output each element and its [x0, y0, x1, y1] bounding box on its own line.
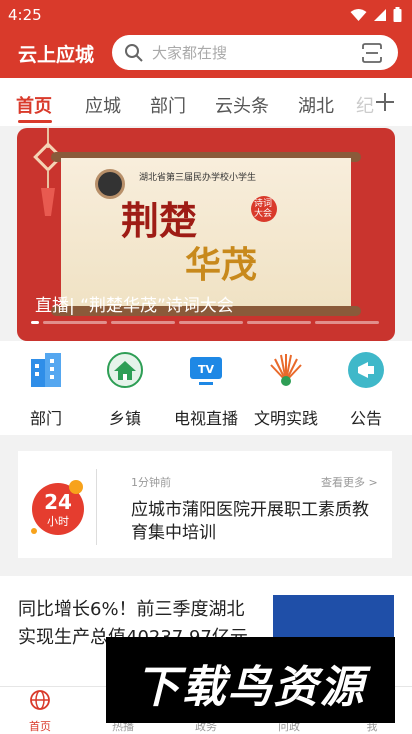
news-headline[interactable]: 应城市蒲阳医院开展职工素质教育集中培训: [131, 499, 376, 545]
nav-home[interactable]: 首页: [0, 687, 80, 734]
tab-home[interactable]: 首页: [16, 92, 52, 118]
quick-link-towns[interactable]: 乡镇: [90, 351, 160, 429]
svg-text:TV: TV: [198, 363, 215, 376]
carousel-dot: [247, 321, 311, 324]
search-icon: [125, 44, 143, 62]
quick-links: 部门 乡镇 TV 电视直播 文明实践 公告: [0, 341, 412, 435]
chinese-knot-icon: [33, 128, 63, 216]
scan-icon[interactable]: [362, 43, 382, 63]
wifi-icon: [350, 8, 367, 21]
sunburst-icon: [270, 354, 302, 386]
status-icons: [350, 7, 402, 22]
globe-icon: [30, 690, 50, 710]
carousel-dot: [111, 321, 175, 324]
news-24h-card[interactable]: 24 小时 1分钟前 查看更多 > 应城市蒲阳医院开展职工素质教育集中培训: [18, 451, 392, 558]
banner-title-line2: 华茂: [185, 244, 258, 286]
banner-caption: 直播| “荆楚华茂”诗词大会: [35, 296, 234, 316]
watermark-overlay: 下载鸟资源: [106, 637, 395, 723]
tab-departments[interactable]: 部门: [150, 92, 186, 118]
quick-link-label: 文明实践: [253, 409, 318, 428]
tab-yingcheng[interactable]: 应城: [85, 92, 121, 118]
tab-hubei[interactable]: 湖北: [298, 92, 334, 118]
divider: [96, 469, 97, 545]
app-header: 4:25 云上应城 大家都在搜: [0, 0, 412, 78]
banner-carousel[interactable]: 湖北省第三届民办学校小学生 荆楚 诗词大会 华茂 直播| “荆楚华茂”诗词大会: [17, 128, 395, 341]
channel-tabs: 首页 应城 部门 云头条 湖北 纪: [0, 78, 412, 126]
quick-link-civilization[interactable]: 文明实践: [251, 351, 321, 429]
signal-icon: [374, 8, 386, 21]
banner-seal: 诗词大会: [251, 196, 277, 222]
carousel-dot: [179, 321, 243, 324]
carousel-dot: [43, 321, 107, 324]
quick-link-departments[interactable]: 部门: [11, 351, 81, 429]
house-icon: [107, 352, 143, 388]
quick-link-label: 部门: [29, 409, 62, 428]
carousel-dot: [315, 321, 379, 324]
quick-link-notices[interactable]: 公告: [331, 351, 401, 429]
quick-link-label: 乡镇: [108, 409, 141, 428]
building-icon: [31, 353, 61, 387]
status-bar: 4:25: [0, 0, 412, 30]
banner-subtitle: 湖北省第三届民办学校小学生: [139, 173, 257, 183]
app-title: 云上应城: [18, 44, 95, 66]
search-input[interactable]: 大家都在搜: [152, 42, 227, 63]
badge-label: 小时: [47, 515, 69, 528]
battery-icon: [393, 7, 402, 22]
tab-headlines[interactable]: 云头条: [215, 92, 269, 118]
megaphone-icon: [348, 352, 384, 388]
watermark-text: 下载鸟资源: [135, 662, 366, 713]
quick-link-label: 公告: [349, 409, 382, 428]
tv-icon: TV: [190, 357, 222, 385]
see-more-link[interactable]: 查看更多 >: [321, 474, 378, 490]
carousel-dot-active: [31, 321, 39, 324]
badge-number: 24: [44, 490, 72, 514]
news-timestamp: 1分钟前: [131, 476, 171, 489]
tab-active-indicator: [18, 120, 52, 123]
search-bar[interactable]: 大家都在搜: [112, 35, 398, 70]
add-channel-icon[interactable]: [372, 89, 398, 115]
quick-link-label: 电视直播: [173, 409, 238, 428]
carousel-indicator: [31, 321, 379, 324]
quick-link-tv-live[interactable]: TV 电视直播: [171, 351, 241, 429]
nav-label: 首页: [29, 720, 51, 733]
24-hours-badge-icon: 24 小时: [31, 480, 84, 535]
status-time: 4:25: [8, 6, 42, 24]
banner-seal-text: 诗词大会: [254, 199, 273, 219]
